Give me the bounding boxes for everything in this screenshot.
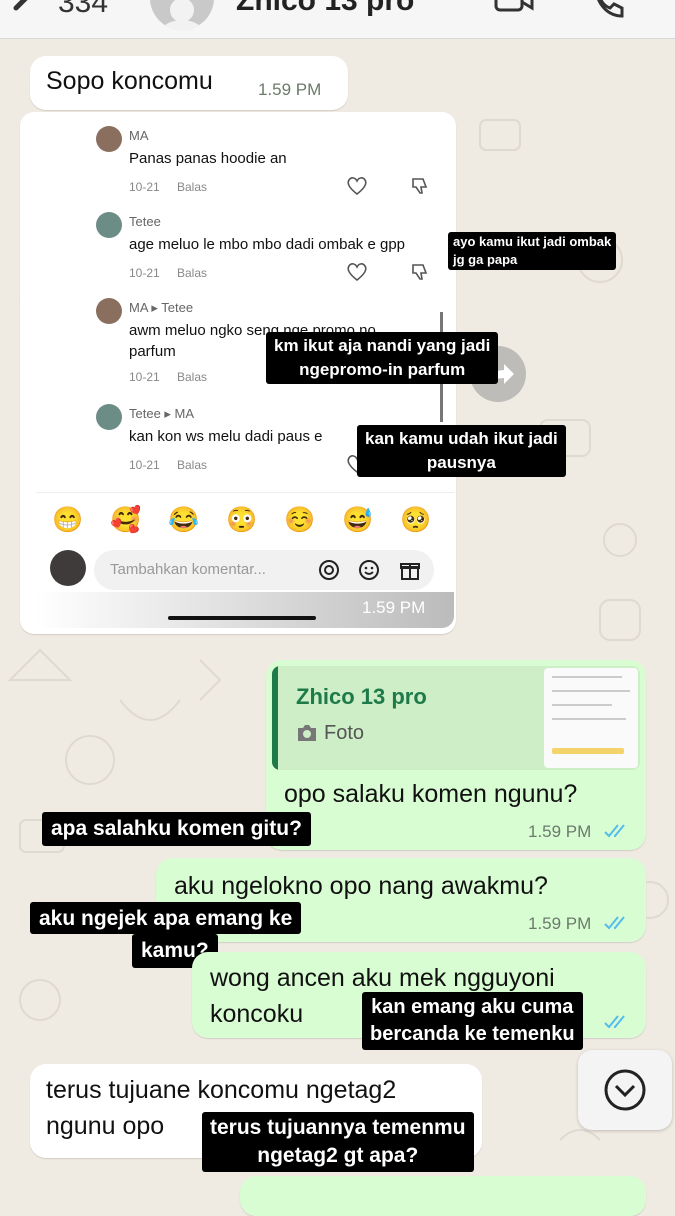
outgoing-message[interactable]: Zhico 13 pro Foto opo salaku komen ngunu…: [266, 660, 646, 850]
emoji-smile: ☺️: [284, 506, 316, 534]
comment-date: 10-21: [129, 370, 160, 384]
camera-icon: [298, 725, 316, 741]
person-icon: [160, 0, 204, 30]
emoji-joy: 😂: [168, 506, 200, 534]
chevron-down-icon: [604, 1069, 646, 1111]
heart-icon: [347, 263, 367, 282]
caption-text: pausnya: [426, 453, 496, 472]
outgoing-message-partial[interactable]: [240, 1176, 646, 1216]
message-text: ngunu opo: [46, 1112, 165, 1140]
phone-call-icon[interactable]: [590, 0, 626, 20]
message-text: opo salaku komen ngunu?: [284, 780, 578, 808]
contact-name[interactable]: Zhico 13 pro: [236, 0, 414, 18]
double-tick-icon: [604, 1015, 625, 1029]
comment-text: Panas panas hoodie an: [129, 150, 287, 167]
caption-text: ngepromo-in parfum: [299, 360, 466, 379]
user-avatar: [50, 550, 86, 586]
commenter-avatar: [96, 298, 122, 324]
message-time: 1.59 PM: [528, 914, 592, 933]
emoji-grin: 😁: [52, 506, 84, 534]
double-tick-icon: [604, 824, 625, 838]
caption-text: terus tujuannya temenmu: [210, 1116, 466, 1139]
comment-input: Tambahkan komentar...: [94, 550, 434, 590]
message-text: Sopo koncomu: [46, 67, 213, 95]
translation-caption: terus tujuannya temenmu ngetag2 gt apa?: [202, 1112, 474, 1172]
translation-caption: km ikut aja nandi yang jadi ngepromo-in …: [266, 332, 499, 384]
back-arrow-icon[interactable]: [6, 0, 40, 22]
emoji-icon: [359, 560, 379, 580]
comment-text: age meluo le mbo mbo dadi ombak e gpp: [129, 236, 406, 253]
heart-icon: [347, 177, 367, 196]
mention-icon: [319, 560, 339, 580]
message-text: wong ancen aku mek ngguyoni: [210, 964, 555, 992]
gift-icon: [400, 563, 420, 580]
reply-preview[interactable]: Zhico 13 pro Foto: [272, 666, 640, 770]
reply-accent-bar: [272, 666, 278, 770]
translation-caption: ayo kamu ikut jadi ombak jg ga papa: [448, 232, 617, 270]
reply-link: Balas: [177, 370, 208, 384]
message-text: terus tujuane koncomu ngetag2: [46, 1076, 397, 1104]
commenter-avatar: [96, 212, 122, 238]
scroll-down-button[interactable]: [578, 1050, 672, 1130]
emoji-hearts: 🥰: [110, 506, 142, 534]
message-time: 1.59 PM: [258, 80, 322, 99]
translation-caption: kan kamu udah ikut jadi pausnya: [357, 425, 566, 477]
double-tick-icon: [604, 916, 625, 930]
message-text: aku ngelokno opo nang awakmu?: [174, 872, 548, 900]
divider: [36, 492, 454, 493]
chat-header: 334 Zhico 13 pro: [0, 0, 675, 39]
commenter-avatar: [96, 126, 122, 152]
reply-type: Foto: [324, 722, 365, 744]
reply-sender: Zhico 13 pro: [296, 684, 427, 709]
caption-text: ayo kamu ikut jadi ombak jg ga papa: [453, 234, 612, 267]
commenter-name: Tetee: [129, 214, 161, 229]
incoming-message[interactable]: Sopo koncomu 1.59 PM: [30, 56, 348, 110]
emoji-flushed: 😳: [226, 506, 258, 534]
home-indicator: [168, 616, 316, 620]
reply-thumbnail: [544, 668, 638, 768]
comment-date: 10-21: [129, 180, 160, 194]
caption-text: aku ngejek apa emang ke: [39, 907, 293, 930]
caption-text: bercanda ke temenku: [370, 1023, 575, 1045]
dislike-icon: [412, 178, 428, 194]
emoji-sweat: 😅: [342, 506, 374, 534]
image-time: 1.59 PM: [362, 598, 426, 617]
translation-caption: aku ngejek apa emang ke: [30, 902, 302, 934]
commenter-name: MA ▸ Tetee: [129, 300, 194, 315]
commenter-name: Tetee ▸ MA: [129, 406, 195, 421]
emoji-pleading: 🥺: [400, 506, 432, 534]
caption-text: kan emang aku cuma: [371, 996, 574, 1018]
contact-avatar[interactable]: [150, 0, 214, 30]
dislike-icon: [412, 264, 428, 280]
message-text: koncoku: [210, 1000, 304, 1028]
reply-link: Balas: [177, 458, 208, 472]
comment-placeholder: Tambahkan komentar...: [110, 561, 266, 578]
commenter-avatar: [96, 404, 122, 430]
comment-date: 10-21: [129, 458, 160, 472]
comment-date: 10-21: [129, 266, 160, 280]
reply-link: Balas: [177, 266, 208, 280]
caption-text: km ikut aja nandi yang jadi: [274, 336, 491, 355]
commenter-name: MA: [129, 128, 149, 143]
unread-count[interactable]: 334: [58, 0, 108, 20]
translation-caption: apa salahku komen gitu?: [42, 812, 311, 846]
video-call-icon[interactable]: [494, 0, 534, 18]
translation-caption: kan emang aku cuma bercanda ke temenku: [362, 992, 583, 1050]
message-time: 1.59 PM: [528, 822, 592, 841]
caption-text: ngetag2 gt apa?: [257, 1144, 419, 1167]
reply-link: Balas: [177, 180, 208, 194]
caption-text: kan kamu udah ikut jadi: [365, 429, 558, 448]
